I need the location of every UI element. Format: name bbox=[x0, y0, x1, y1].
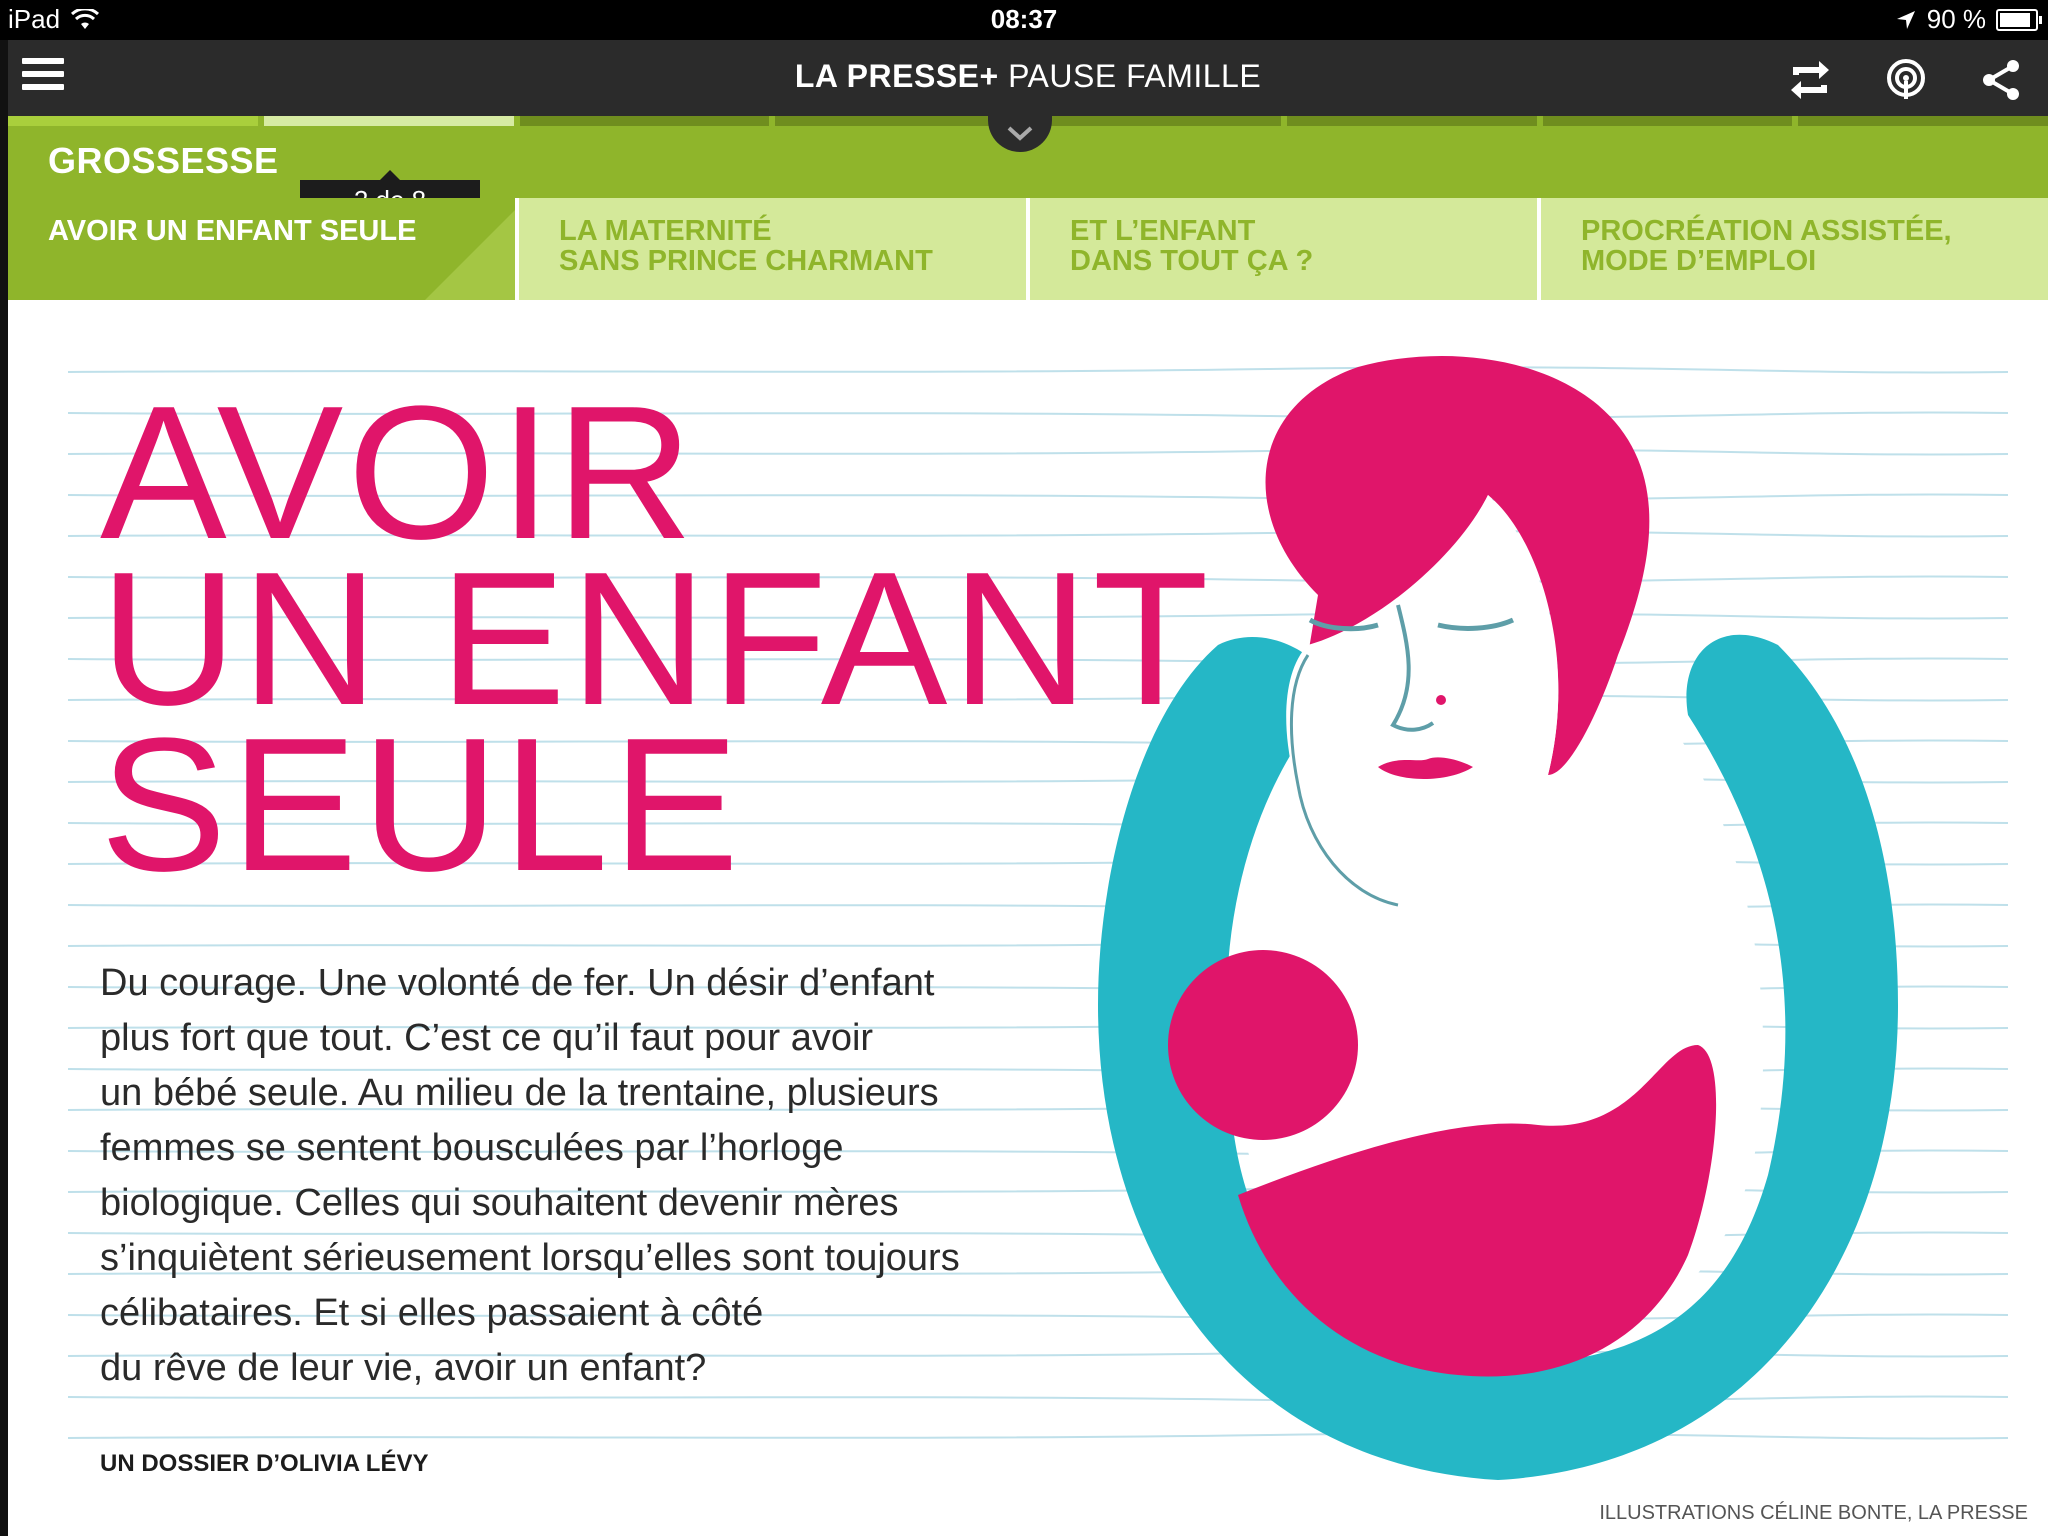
article-page: AVOIR UN ENFANT SEULE Du courage. Une vo… bbox=[8, 300, 2048, 1536]
lede-line: biologique. Celles qui souhaitent deveni… bbox=[100, 1182, 899, 1224]
section-title: GROSSESSE bbox=[48, 140, 279, 181]
tab-et-lenfant[interactable]: ET L’ENFANT DANS TOUT ÇA ? bbox=[1030, 198, 1537, 300]
status-time: 08:37 bbox=[990, 4, 1058, 34]
app-window: LA PRESSE+ PAUSE FAMILLE GROSSESSE AVOIR… bbox=[8, 40, 2048, 1536]
lede-line: célibataires. Et si elles passaient à cô… bbox=[100, 1292, 764, 1334]
lede-line: un bébé seule. Au milieu de la trentaine… bbox=[100, 1072, 939, 1114]
podcast-icon[interactable] bbox=[1880, 54, 1932, 106]
progress-segment bbox=[519, 116, 770, 126]
tab-procreation-assistee[interactable]: PROCRÉATION ASSISTÉE, MODE D’EMPLOI bbox=[1541, 198, 2048, 300]
progress-segment bbox=[1798, 116, 2048, 126]
tab-label: SANS PRINCE CHARMANT bbox=[559, 245, 933, 277]
progress-segment bbox=[8, 116, 258, 126]
article-tabs: AVOIR UN ENFANT SEULE LA MATERNITÉ SANS … bbox=[8, 198, 2048, 300]
headline-line: UN ENFANT bbox=[100, 533, 1213, 745]
lede-line: du rêve de leur vie, avoir un enfant? bbox=[100, 1347, 707, 1389]
progress-segment bbox=[1031, 116, 1281, 126]
article-lede: Du courage. Une volonté de fer. Un désir… bbox=[100, 956, 1000, 1396]
tab-label: LA MATERNITÉ bbox=[559, 215, 772, 247]
illustration-credit: ILLUSTRATIONS CÉLINE BONTE, LA PRESSE bbox=[1599, 1502, 2028, 1524]
article-headline: AVOIR UN ENFANT SEULE bbox=[100, 367, 1213, 911]
app-title: LA PRESSE+ PAUSE FAMILLE bbox=[8, 58, 2048, 95]
progress-segment bbox=[1542, 116, 1793, 126]
lede-line: s’inquiètent sérieusement lorsqu’elles s… bbox=[100, 1237, 960, 1279]
article-byline: UN DOSSIER D’OLIVIA LÉVY bbox=[100, 1450, 429, 1477]
progress-segment bbox=[1286, 116, 1537, 126]
lede-line: femmes se sentent bousculées par l’horlo… bbox=[100, 1127, 844, 1169]
tab-avoir-un-enfant-seule[interactable]: AVOIR UN ENFANT SEULE bbox=[8, 198, 515, 300]
lede-line: Du courage. Une volonté de fer. Un désir… bbox=[100, 962, 935, 1004]
tab-label: ET L’ENFANT bbox=[1070, 215, 1256, 247]
section-name: PAUSE FAMILLE bbox=[1008, 58, 1262, 94]
battery-icon bbox=[1996, 8, 2042, 31]
tab-label: MODE D’EMPLOI bbox=[1581, 245, 1817, 277]
lede-line: plus fort que tout. C’est ce qu’il faut … bbox=[100, 1017, 874, 1059]
tab-la-maternite[interactable]: LA MATERNITÉ SANS PRINCE CHARMANT bbox=[519, 198, 1026, 300]
tab-label: AVOIR UN ENFANT SEULE bbox=[48, 215, 417, 247]
progress-segment bbox=[263, 116, 514, 126]
refresh-icon[interactable] bbox=[1784, 54, 1836, 106]
headline-line: AVOIR bbox=[100, 367, 698, 579]
location-arrow-icon bbox=[1896, 10, 1915, 29]
battery-percent: 90 % bbox=[1926, 4, 1986, 34]
tab-label: DANS TOUT ÇA ? bbox=[1070, 245, 1314, 277]
app-top-bar: LA PRESSE+ PAUSE FAMILLE bbox=[8, 40, 2048, 116]
headline-line: SEULE bbox=[100, 699, 744, 911]
status-bar: iPad 08:37 90 % bbox=[0, 0, 2048, 40]
mother-baby-illustration bbox=[1098, 355, 1898, 1480]
tab-label: PROCRÉATION ASSISTÉE, bbox=[1581, 215, 1952, 247]
brand-name: LA PRESSE+ bbox=[794, 58, 999, 94]
share-icon[interactable] bbox=[1976, 54, 2028, 106]
